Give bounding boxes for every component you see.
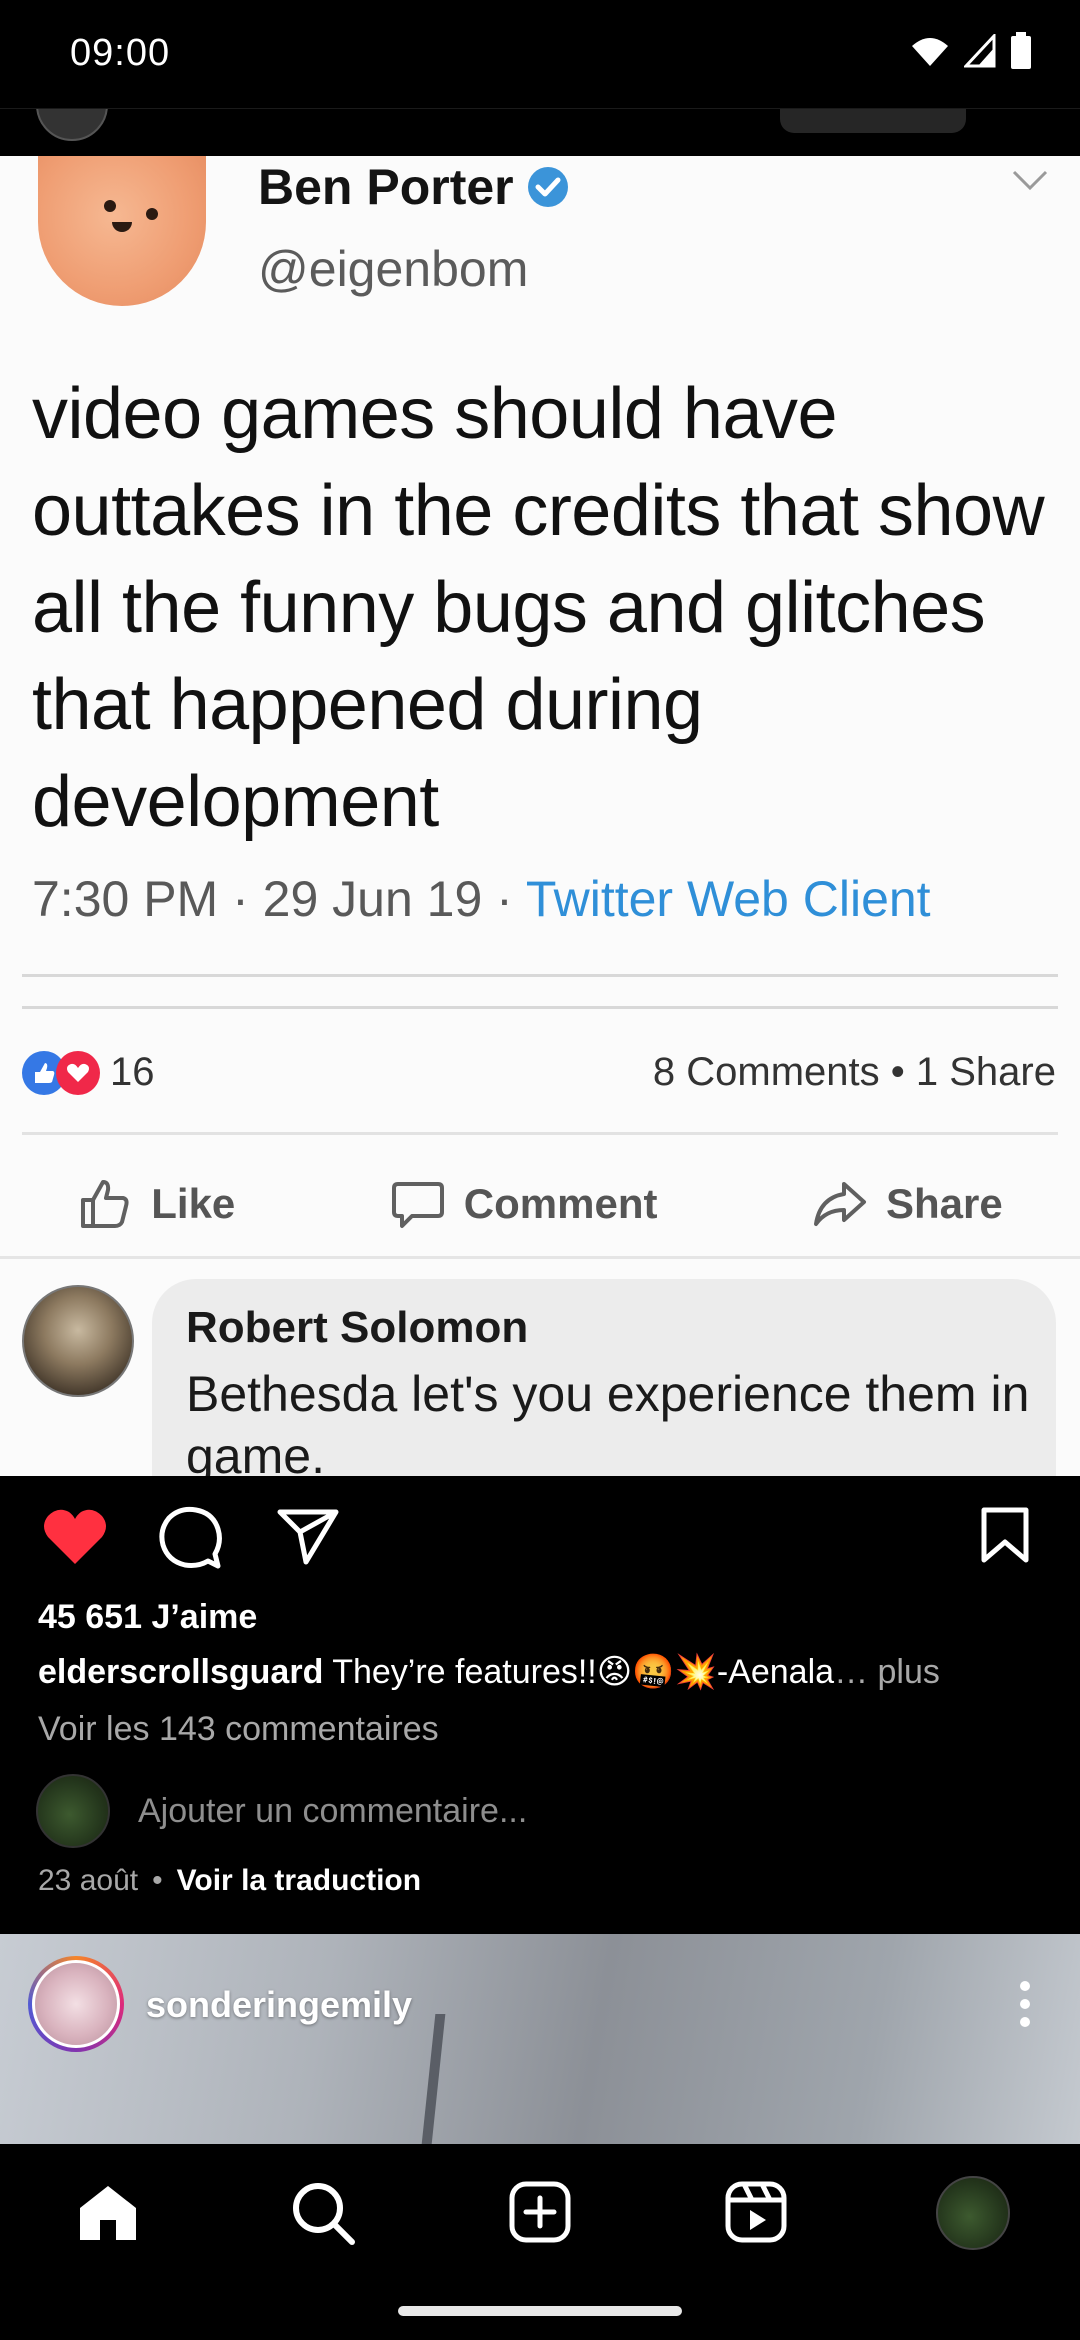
divider [22, 974, 1058, 977]
fb-share-action: Share [812, 1176, 1003, 1232]
caption-text: They’re features!!😡🤬💥-Aenala [332, 1653, 835, 1691]
current-user-avatar [36, 1774, 110, 1848]
home-gesture-bar[interactable] [398, 2306, 682, 2316]
profile-avatar-tab[interactable] [936, 2176, 1010, 2250]
commenter-avatar [22, 1285, 134, 1397]
previous-follow-button[interactable] [780, 109, 966, 133]
fb-comment-action: Comment [390, 1176, 657, 1232]
post-date: 23 août [38, 1864, 139, 1897]
tweet-meta: 7:30 PM · 29 Jun 19 · Twitter Web Client [32, 871, 931, 927]
previous-post-edge [0, 108, 1080, 156]
story-ring[interactable] [28, 1956, 124, 2052]
comment-bubble-icon [391, 1182, 444, 1228]
send-icon[interactable] [276, 1506, 340, 1566]
previous-avatar [36, 109, 108, 141]
add-comment-row[interactable]: Ajouter un commentaire... [36, 1774, 527, 1848]
tweet-avatar [38, 156, 206, 306]
fb-comment: Robert Solomon Bethesda let's you experi… [0, 1256, 1080, 1476]
battery-icon [1011, 32, 1031, 69]
fb-like-action: Like [77, 1176, 235, 1232]
post-action-bar [0, 1476, 1080, 1596]
caption-username[interactable]: elderscrollsguard [38, 1653, 323, 1691]
bookmark-icon[interactable] [980, 1506, 1030, 1564]
add-comment-input[interactable]: Ajouter un commentaire... [138, 1792, 527, 1831]
fb-action-bar: Like Comment Share [0, 1164, 1080, 1244]
wifi-icon [912, 38, 948, 66]
post-caption[interactable]: elderscrollsguard They’re features!!😡🤬💥-… [38, 1652, 1048, 1692]
heart-icon[interactable] [42, 1506, 108, 1566]
more-options-icon[interactable] [1018, 1980, 1032, 2028]
new-post-icon[interactable] [508, 2180, 572, 2244]
comment-icon[interactable] [158, 1506, 224, 1570]
signal-icon [964, 34, 996, 68]
commenter-name: Robert Solomon [186, 1303, 529, 1352]
tweet-author-name: Ben Porter [258, 158, 570, 216]
next-post-image-detail [420, 2014, 446, 2144]
comment-text: Bethesda let's you experience them in ga… [186, 1366, 1030, 1476]
love-reaction-icon [56, 1050, 100, 1095]
verified-badge-icon [527, 167, 568, 207]
reactions-summary: 16 [22, 1050, 155, 1095]
status-icons [910, 32, 1032, 70]
comments-shares-count: 8 Comments • 1 Share [652, 1050, 1056, 1094]
thumbs-up-icon [81, 1180, 129, 1228]
reels-icon[interactable] [724, 2180, 788, 2244]
chevron-down-icon [1012, 170, 1048, 191]
divider [22, 1006, 1058, 1009]
divider [22, 1132, 1058, 1135]
likes-count[interactable]: 45 651 J’aime [38, 1598, 257, 1637]
tweet-text: video games should have outtakes in the … [32, 374, 1045, 842]
translation-link[interactable]: Voir la traduction [177, 1864, 421, 1898]
caption-more-link[interactable]: … plus [834, 1653, 940, 1691]
next-post-username[interactable]: sonderingemily [146, 1984, 412, 2026]
date-separator: • [152, 1864, 163, 1897]
share-arrow-icon [813, 1182, 866, 1226]
post-image[interactable]: Ben Porter @eigenbom video games should … [0, 156, 1080, 1476]
next-post[interactable]: sonderingemily [0, 1934, 1080, 2144]
status-time: 09:00 [70, 32, 171, 74]
home-icon[interactable] [76, 2182, 140, 2244]
tweet-handle: @eigenbom [258, 241, 529, 297]
post-date-row: 23 août • Voir la traduction [38, 1864, 421, 1898]
next-post-avatar [32, 1960, 120, 2048]
status-bar: 09:00 [0, 0, 1080, 108]
view-comments-link[interactable]: Voir les 143 commentaires [38, 1710, 439, 1749]
search-icon[interactable] [290, 2180, 356, 2246]
